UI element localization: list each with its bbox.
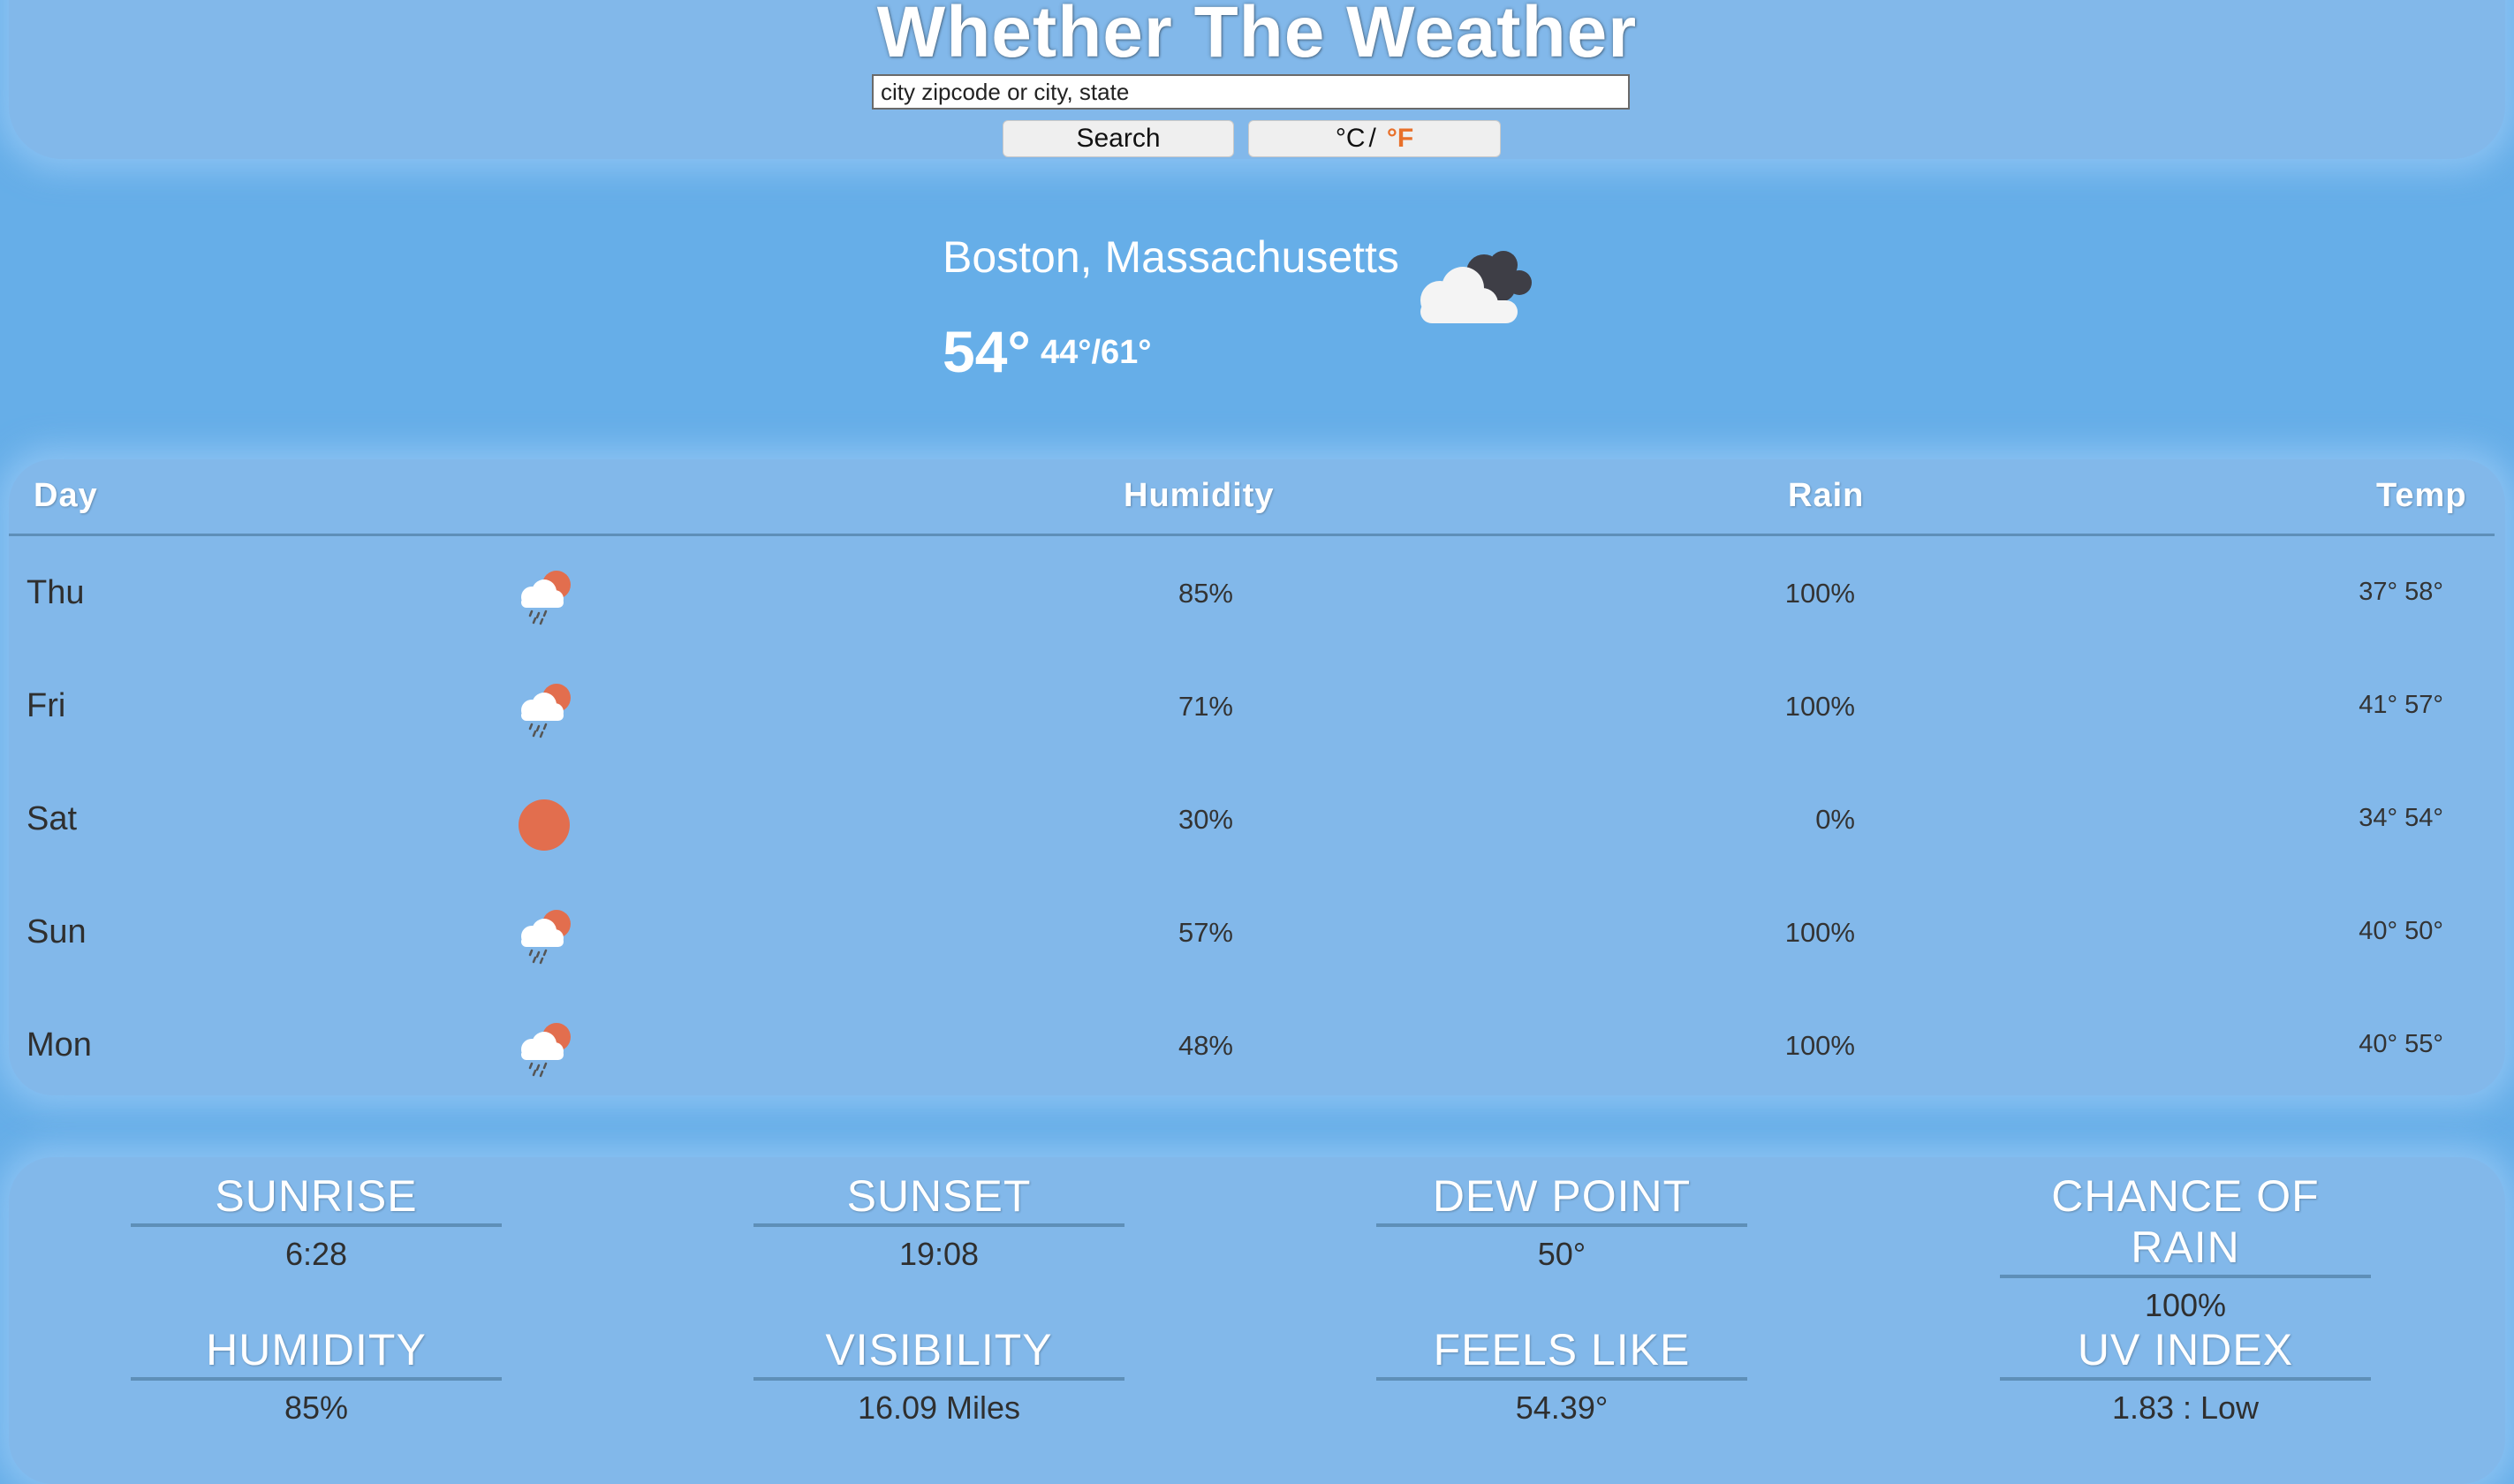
forecast-temp: 37° 58° [2359, 578, 2443, 606]
stat-humidity: HUMIDITY 85% [131, 1324, 502, 1427]
stat-value: 85% [284, 1389, 349, 1426]
forecast-day: Sun [27, 913, 87, 950]
stat-label: UV INDEX [2000, 1324, 2371, 1381]
app-title: Whether The Weather [876, 0, 1638, 72]
forecast-temp: 40° 55° [2359, 1030, 2443, 1058]
sun-icon [519, 799, 570, 851]
column-header-day: Day [34, 477, 98, 514]
stat-value: 16.09 Miles [857, 1389, 1021, 1426]
stat-value: 50° [1537, 1236, 1586, 1272]
search-button[interactable]: Search [1003, 120, 1234, 157]
forecast-rain: 0% [1815, 804, 1855, 835]
unit-celsius-label: °C [1335, 124, 1366, 153]
forecast-temp: 41° 57° [2359, 691, 2443, 719]
forecast-row: Mon 48% 100% 40° 55° [0, 991, 2514, 1104]
forecast-rain: 100% [1784, 578, 1855, 609]
stat-label: FEELS LIKE [1376, 1324, 1747, 1381]
unit-separator: / [1368, 124, 1376, 153]
stat-feels-like: FEELS LIKE 54.39° [1376, 1324, 1747, 1427]
current-temp: 54° [943, 319, 1031, 384]
forecast-humidity: 48% [1177, 1030, 1233, 1061]
forecast-humidity: 85% [1177, 578, 1233, 609]
forecast-humidity: 30% [1177, 804, 1233, 835]
forecast-day: Thu [27, 574, 85, 611]
forecast-temp: 34° 54° [2359, 804, 2443, 832]
unit-toggle-button[interactable]: °C / °F [1248, 120, 1501, 157]
forecast-temp: 40° 50° [2359, 917, 2443, 945]
current-temp-range: 44°/61° [1041, 334, 1152, 371]
forecast-day: Mon [27, 1026, 92, 1064]
stat-visibility: VISIBILITY 16.09 Miles [753, 1324, 1124, 1427]
search-input[interactable] [872, 74, 1630, 110]
stat-value: 1.83 : Low [2111, 1389, 2260, 1426]
forecast-rain: 100% [1784, 691, 1855, 722]
stat-label: CHANCE OF RAIN [2000, 1170, 2371, 1278]
forecast-row: Thu 85% 100% 37° 58° [0, 539, 2514, 652]
forecast-day: Fri [27, 687, 66, 724]
stat-value: 6:28 [284, 1236, 348, 1272]
forecast-row: Sat 30% 0% 34° 54° [0, 765, 2514, 878]
forecast-humidity: 57% [1177, 917, 1233, 948]
forecast-rain: 100% [1784, 1030, 1855, 1061]
stat-label: HUMIDITY [131, 1324, 502, 1381]
rain-partly-sunny-icon [521, 571, 571, 625]
column-header-rain: Rain [1788, 477, 1865, 514]
stat-uv-index: UV INDEX 1.83 : Low [2000, 1324, 2371, 1427]
forecast-rain: 100% [1784, 917, 1855, 948]
stat-label: SUNRISE [131, 1170, 502, 1227]
stat-label: SUNSET [753, 1170, 1124, 1227]
forecast-row: Fri 71% 100% 41° 57° [0, 652, 2514, 765]
stat-dew-point: DEW POINT 50° [1376, 1170, 1747, 1273]
stat-label: DEW POINT [1376, 1170, 1747, 1227]
forecast-row: Sun 57% 100% 40° 50° [0, 878, 2514, 991]
rain-partly-sunny-icon [521, 910, 571, 965]
current-city: Boston, Massachusetts [943, 232, 1399, 282]
forecast-humidity: 71% [1177, 691, 1233, 722]
stat-sunrise: SUNRISE 6:28 [131, 1170, 502, 1273]
forecast-day: Sat [27, 800, 78, 837]
table-divider [9, 534, 2495, 536]
stat-value: 54.39° [1515, 1389, 1609, 1426]
stat-value: 19:08 [898, 1236, 980, 1272]
unit-fahrenheit-label: °F [1386, 124, 1414, 153]
stat-label: VISIBILITY [753, 1324, 1124, 1381]
stat-sunset: SUNSET 19:08 [753, 1170, 1124, 1273]
rain-partly-sunny-icon [521, 1023, 571, 1078]
rain-partly-sunny-icon [521, 684, 571, 738]
column-header-temp: Temp [2376, 477, 2467, 514]
column-header-humidity: Humidity [1124, 477, 1275, 514]
stat-chance-of-rain: CHANCE OF RAIN 100% [2000, 1170, 2371, 1324]
stat-value: 100% [2144, 1287, 2227, 1323]
cloud-icon [1420, 251, 1532, 323]
